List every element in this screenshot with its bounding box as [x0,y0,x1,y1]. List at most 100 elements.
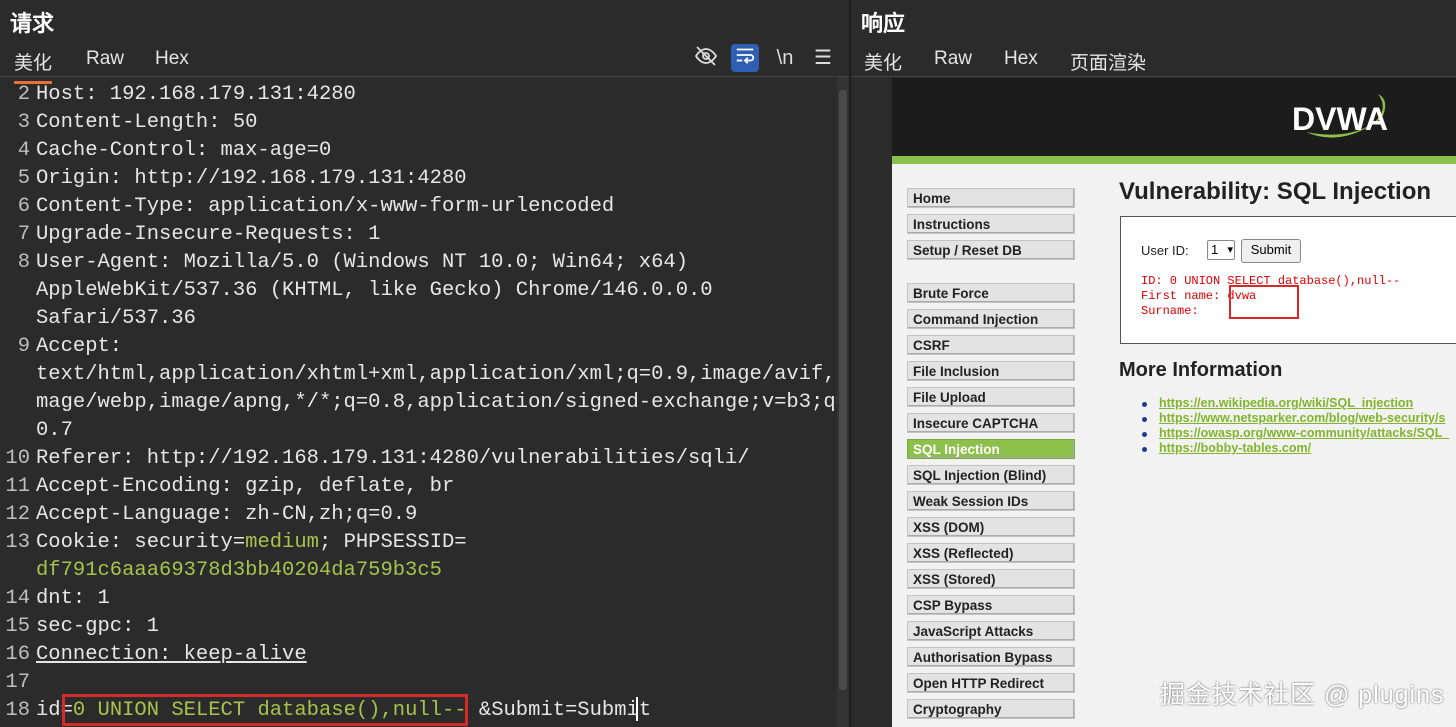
menu-item-file-upload[interactable]: File Upload [907,387,1075,407]
code-token: 0.7 [36,419,73,442]
menu-item-javascript-attacks[interactable]: JavaScript Attacks [907,621,1075,641]
line-number: 9 [17,335,30,358]
code-line: Safari/537.36 [36,307,196,330]
cookie-value: df791c6aaa69378d3bb40204da759b3c5 [36,559,442,582]
code-line: mage/webp,image/apng,*/*;q=0.8,applicati… [36,391,848,414]
line-number: 4 [17,139,30,162]
line-number: 12 [5,503,30,526]
code-line: Upgrade-Insecure-Requests: 1 [36,223,380,246]
cookie-value: medium [245,531,319,554]
menu-item-home[interactable]: Home [907,188,1075,208]
menu-item-instructions[interactable]: Instructions [907,214,1075,234]
code-token: PHPSESSID [343,531,455,554]
tab-pretty[interactable]: 美化 [864,48,902,81]
code-token: mage/webp,image/apng,*/*;q=0.8,applicati… [36,391,848,414]
tab-hex[interactable]: Hex [155,48,189,76]
menu-item-csp-bypass[interactable]: CSP Bypass [907,595,1075,615]
request-pane: 请求 美化 Raw Hex \n ☰ 2 Host: 192.168.179.13… [0,0,849,727]
bullet [1142,447,1147,452]
code-line: Cookie: security=medium; PHPSESSID= [36,531,467,554]
menu-item-sql-injection[interactable]: SQL Injection [907,439,1075,459]
bullet [1142,432,1147,437]
code-token: = [232,531,246,554]
menu-item-xss-dom[interactable]: XSS (DOM) [907,517,1075,537]
code-token: User-Agent: Mozilla/5.0 (Windows NT 10.0… [36,251,689,274]
info-link[interactable]: https://www.netsparker.com/blog/web-secu… [1159,411,1445,425]
request-editor[interactable]: 2 Host: 192.168.179.131:4280 3 Content-Leng… [0,77,848,727]
info-link[interactable]: https://owasp.org/www-community/attacks/… [1159,426,1449,440]
code-token: security [134,531,233,554]
menu-item-file-inclusion[interactable]: File Inclusion [907,361,1075,381]
line-number: 17 [5,671,30,694]
tab-hex[interactable]: Hex [1004,48,1038,76]
response-pane: 响应 美化 Raw Hex 页面渲染 DVWA Home Instructions… [851,0,1456,727]
menu-item-open-http-redirect[interactable]: Open HTTP Redirect [907,673,1075,693]
tab-raw[interactable]: Raw [86,48,124,76]
line-number: 18 [5,699,30,722]
response-tabs: 美化 Raw Hex 页面渲染 [851,40,1456,84]
menu-item-authorisation-bypass[interactable]: Authorisation Bypass [907,647,1075,667]
line-number: 15 [5,615,30,638]
hamburger-icon[interactable]: ☰ [809,44,837,72]
code-line: df791c6aaa69378d3bb40204da759b3c5 [36,559,442,582]
user-id-label: User ID: [1141,243,1189,258]
editor-scrollbar-thumb[interactable] [839,90,847,690]
code-token: Accept-Encoding: gzip, deflate, br [36,475,455,498]
user-id-select[interactable]: 1 [1207,240,1235,260]
watermark: 掘金技术社区 @ plugins [1160,681,1445,709]
code-token: Connection: keep-alive [36,643,307,666]
line-number: 16 [5,643,30,666]
line-number: 2 [17,83,30,106]
line-number: 13 [5,531,30,554]
menu-item-sql-injection-blind[interactable]: SQL Injection (Blind) [907,465,1075,485]
wrap-lines-icon[interactable] [731,44,759,72]
dvwa-logo: DVWA [1292,94,1388,138]
code-line: dnt: 1 [36,587,110,610]
newline-toggle[interactable]: \n [771,44,799,72]
code-token: Upgrade-Insecure-Requests: 1 [36,223,381,246]
code-line: Origin: http://192.168.179.131:4280 [36,167,467,190]
menu-item-brute-force[interactable]: Brute Force [907,283,1075,303]
menu-item-csrf[interactable]: CSRF [907,335,1075,355]
code-token: sec-gpc: 1 [36,615,160,638]
code-line: Content-Length: 50 [36,111,257,134]
tab-raw[interactable]: Raw [934,48,972,76]
code-token: Cookie: [36,531,135,554]
menu-item-xss-stored[interactable]: XSS (Stored) [907,569,1075,589]
text-caret [636,697,638,721]
line-number: 10 [5,447,30,470]
code-token: &Submit=Submit [478,699,652,722]
result-surname: Surname: [1141,304,1199,318]
menu-item-cryptography[interactable]: Cryptography [907,699,1075,719]
bullet [1142,417,1147,422]
menu-item-command-injection[interactable]: Command Injection [907,309,1075,329]
code-token: Referer: http://192.168.179.131:4280/vul… [36,447,750,470]
code-line: Referer: http://192.168.179.131:4280/vul… [36,447,750,470]
menu-item-insecure-captcha[interactable]: Insecure CAPTCHA [907,413,1075,433]
code-line: Content-Type: application/x-www-form-url… [36,195,614,218]
info-link[interactable]: https://en.wikipedia.org/wiki/SQL_inject… [1159,396,1413,410]
code-line: text/html,application/xhtml+xml,applicat… [36,363,848,386]
menu-item-xss-reflected[interactable]: XSS (Reflected) [907,543,1075,563]
menu-item-weak-session-ids[interactable]: Weak Session IDs [907,491,1075,511]
code-line: Host: 192.168.179.131:4280 [36,83,356,106]
eye-off-icon[interactable] [692,44,720,72]
line-number: 11 [5,475,30,498]
code-line: Connection: keep-alive [36,643,307,666]
page-title: Vulnerability: SQL Injection [1119,178,1432,205]
menu-item-setup-reset-db[interactable]: Setup / Reset DB [907,240,1075,260]
submit-button[interactable]: Submit [1241,239,1301,263]
line-number: 3 [17,111,30,134]
line-number: 14 [5,587,30,610]
info-link[interactable]: https://bobby-tables.com/ [1159,441,1311,455]
dvwa-logo-text: DVWA [1292,101,1388,137]
code-token: Content-Type: application/x-www-form-url… [36,195,615,218]
code-line: Accept-Language: zh-CN,zh;q=0.9 [36,503,417,526]
code-token: Cache-Control: max-age=0 [36,139,332,162]
code-line: sec-gpc: 1 [36,615,159,638]
code-token: Origin: http://192.168.179.131:4280 [36,167,467,190]
dvwa-header: DVWA [892,78,1456,164]
code-token: dnt: 1 [36,587,110,610]
code-token: Accept: [36,335,123,358]
first-name-label: First name: [1141,289,1228,303]
